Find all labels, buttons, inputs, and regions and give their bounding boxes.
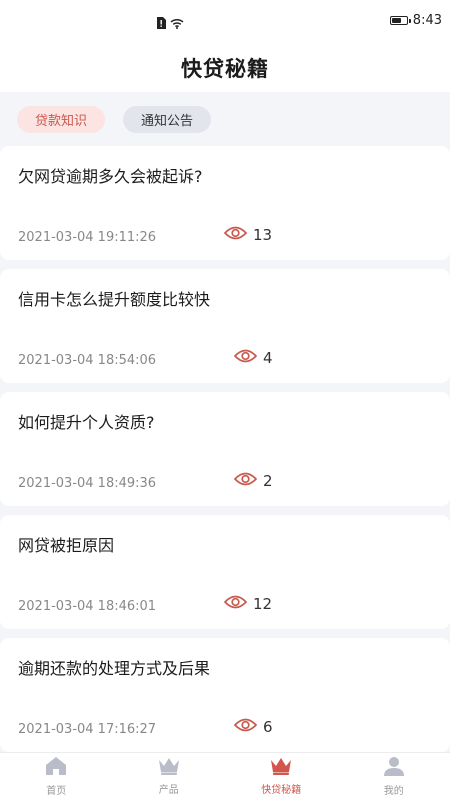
view-count: 12	[253, 595, 273, 613]
article-views: 2	[233, 472, 273, 490]
article-card[interactable]: 如何提升个人资质? 2021-03-04 18:49:36 2	[0, 392, 450, 506]
article-list: 欠网贷逾期多久会被起诉? 2021-03-04 19:11:26 13 信用卡怎…	[0, 146, 450, 761]
user-icon	[383, 756, 405, 779]
article-title: 如何提升个人资质?	[18, 413, 155, 432]
wifi-icon	[170, 14, 184, 33]
tab-announcements[interactable]: 通知公告	[123, 105, 212, 133]
article-date: 2021-03-04 19:11:26	[18, 230, 157, 245]
nav-products[interactable]: 产品	[113, 753, 226, 800]
status-bar: 8:43	[0, 0, 450, 44]
article-card[interactable]: 逾期还款的处理方式及后果 2021-03-04 17:16:27 6	[0, 638, 450, 752]
tab-loan-knowledge[interactable]: 贷款知识	[17, 105, 106, 133]
eye-icon	[233, 349, 258, 367]
article-title: 网贷被拒原因	[18, 536, 115, 555]
article-card[interactable]: 网贷被拒原因 2021-03-04 18:46:01 12	[0, 515, 450, 629]
nav-loan-tips[interactable]: 快贷秘籍	[225, 753, 338, 800]
nav-mine[interactable]: 我的	[338, 753, 450, 800]
article-views: 4	[233, 349, 273, 367]
article-views: 6	[233, 718, 273, 736]
page-title: 快贷秘籍	[181, 57, 269, 81]
article-date: 2021-03-04 18:49:36	[18, 476, 157, 491]
article-title: 逾期还款的处理方式及后果	[18, 659, 211, 678]
view-count: 4	[263, 349, 273, 367]
header: 快贷秘籍	[0, 44, 450, 92]
home-icon	[45, 756, 67, 779]
article-title: 信用卡怎么提升额度比较快	[18, 290, 211, 309]
article-title: 欠网贷逾期多久会被起诉?	[18, 167, 203, 186]
crown-icon	[270, 757, 292, 778]
battery-icon	[389, 16, 411, 25]
article-date: 2021-03-04 18:46:01	[18, 599, 157, 614]
article-views: 12	[223, 595, 273, 613]
view-count: 6	[263, 718, 273, 736]
article-views: 13	[223, 226, 273, 244]
eye-icon	[233, 718, 258, 736]
status-icons	[156, 14, 184, 33]
category-tabs: 贷款知识 通知公告	[0, 92, 450, 146]
status-time: 8:43	[412, 13, 442, 28]
article-card[interactable]: 信用卡怎么提升额度比较快 2021-03-04 18:54:06 4	[0, 269, 450, 383]
nav-home[interactable]: 首页	[0, 753, 113, 800]
nav-label: 我的	[383, 786, 404, 797]
article-date: 2021-03-04 17:16:27	[18, 722, 157, 737]
eye-icon	[223, 595, 248, 613]
eye-icon	[223, 226, 248, 244]
article-card[interactable]: 欠网贷逾期多久会被起诉? 2021-03-04 19:11:26 13	[0, 146, 450, 260]
nav-label: 快贷秘籍	[261, 785, 302, 796]
sim-alert-icon	[156, 14, 166, 33]
view-count: 2	[263, 472, 273, 490]
crown-icon	[158, 757, 180, 778]
tab-label: 通知公告	[141, 113, 194, 129]
article-date: 2021-03-04 18:54:06	[18, 353, 157, 368]
eye-icon	[233, 472, 258, 490]
nav-label: 产品	[158, 785, 179, 796]
view-count: 13	[253, 226, 273, 244]
nav-label: 首页	[46, 786, 67, 797]
status-right: 8:43	[389, 13, 442, 28]
tab-label: 贷款知识	[35, 113, 88, 129]
bottom-nav: 首页 产品 快贷秘籍 我的	[0, 752, 450, 800]
